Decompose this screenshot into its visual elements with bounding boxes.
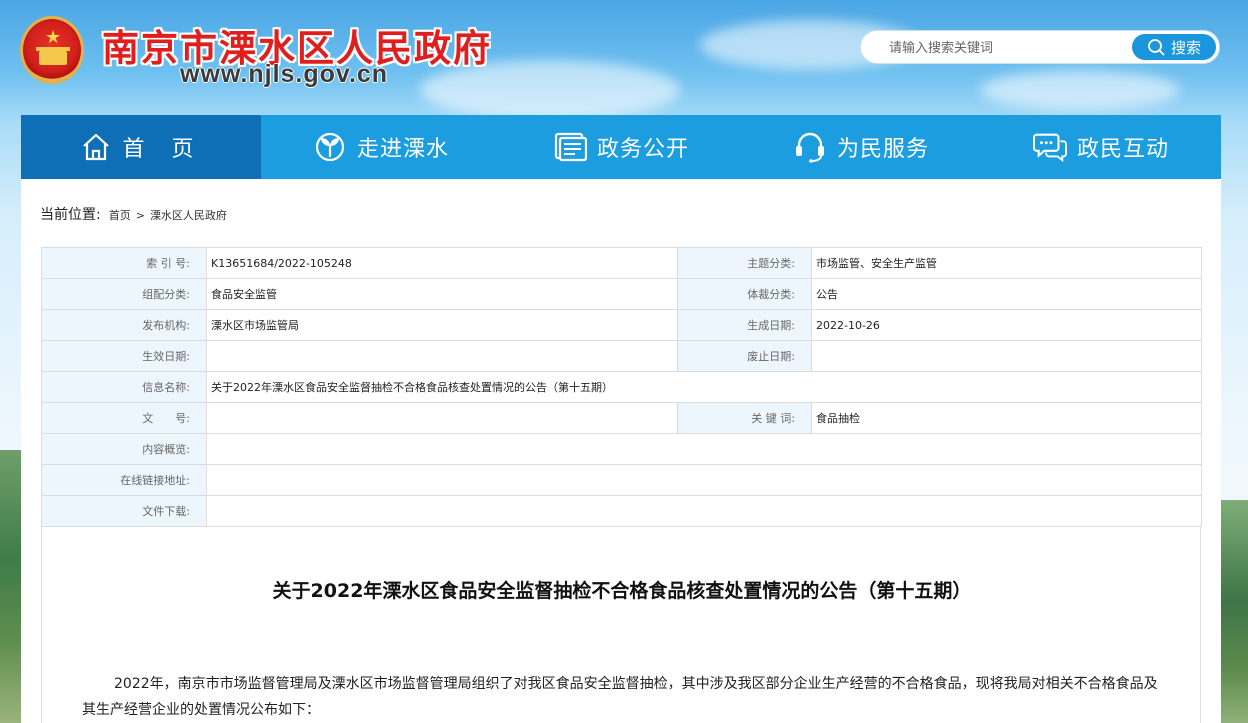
nav-item-about-lishui[interactable]: 走进溧水 — [261, 115, 501, 179]
group-category-label: 组配分类: — [41, 278, 207, 310]
table-row: 文 号: 关 键 词: 食品抽检 — [41, 402, 1202, 434]
nav-item-label: 首 页 — [122, 137, 204, 162]
nav-item-label: 政务公开 — [596, 137, 689, 162]
breadcrumb-link-district-government[interactable]: 溧水区人民政府 — [150, 207, 227, 223]
genre-category-label: 体裁分类: — [677, 278, 812, 310]
created-date-label: 生成日期: — [677, 309, 812, 341]
topic-category-label: 主题分类: — [677, 247, 812, 279]
nav-item-home[interactable]: 首 页 — [21, 115, 261, 179]
document-body-area: 关于2022年溧水区食品安全监督抽检不合格食品核查处置情况的公告（第十五期） 2… — [41, 526, 1201, 723]
search-button[interactable]: 搜索 — [1132, 34, 1216, 60]
sprout-icon — [313, 130, 347, 164]
breadcrumb-label: 当前位置: — [40, 207, 101, 223]
topic-category-value: 市场监管、安全生产监管 — [811, 247, 1202, 279]
nav-item-label: 为民服务 — [836, 137, 929, 162]
search-icon — [1148, 39, 1165, 56]
national-emblem-logo: ★ — [20, 16, 84, 84]
search-box: 搜索 — [860, 30, 1220, 64]
file-download-label: 文件下载: — [41, 495, 207, 527]
table-row: 信息名称: 关于2022年溧水区食品安全监督抽检不合格食品核查处置情况的公告（第… — [41, 371, 1202, 403]
main-content: 当前位置: 首页 > 溧水区人民政府 索 引 号: K13651684/2022… — [21, 179, 1221, 723]
headset-icon — [793, 130, 827, 164]
document-number-label: 文 号: — [41, 402, 207, 434]
table-row: 在线链接地址: — [41, 464, 1202, 496]
group-category-value: 食品安全监管 — [206, 278, 678, 310]
document-icon — [553, 130, 587, 164]
abolished-date-label: 废止日期: — [677, 340, 812, 372]
created-date-value: 2022-10-26 — [811, 309, 1202, 341]
home-icon — [79, 130, 113, 164]
index-number-label: 索 引 号: — [41, 247, 207, 279]
table-row: 文件下载: — [41, 495, 1202, 527]
summary-value — [206, 433, 1202, 465]
document-number-value — [206, 402, 678, 434]
info-name-label: 信息名称: — [41, 371, 207, 403]
table-row: 索 引 号: K13651684/2022-105248 主题分类: 市场监管、… — [41, 247, 1202, 279]
nav-item-interaction[interactable]: 政民互动 — [981, 115, 1221, 179]
summary-label: 内容概览: — [41, 433, 207, 465]
site-url: www.njls.gov.cn — [180, 60, 389, 88]
effective-date-label: 生效日期: — [41, 340, 207, 372]
main-nav: 首 页 走进溧水 政务公开 为民服务 政民互动 — [21, 115, 1221, 179]
online-link-value[interactable] — [206, 464, 1202, 496]
document-metadata-table: 索 引 号: K13651684/2022-105248 主题分类: 市场监管、… — [41, 247, 1202, 527]
nav-item-government-affairs[interactable]: 政务公开 — [501, 115, 741, 179]
keywords-label: 关 键 词: — [677, 402, 812, 434]
publisher-value: 溧水区市场监管局 — [206, 309, 678, 341]
search-button-label: 搜索 — [1170, 38, 1201, 57]
publisher-label: 发布机构: — [41, 309, 207, 341]
online-link-label: 在线链接地址: — [41, 464, 207, 496]
nav-item-label: 政民互动 — [1076, 137, 1169, 162]
breadcrumb-link-home[interactable]: 首页 — [109, 207, 131, 223]
file-download-value[interactable] — [206, 495, 1202, 527]
table-row: 内容概览: — [41, 433, 1202, 465]
table-row: 组配分类: 食品安全监管 体裁分类: 公告 — [41, 278, 1202, 310]
search-input[interactable] — [889, 37, 1129, 59]
abolished-date-value — [811, 340, 1202, 372]
nav-item-label: 走进溧水 — [356, 137, 449, 162]
breadcrumb-separator: > — [135, 209, 145, 222]
genre-category-value: 公告 — [811, 278, 1202, 310]
right-scenery-decoration — [1220, 500, 1248, 723]
document-title: 关于2022年溧水区食品安全监督抽检不合格食品核查处置情况的公告（第十五期） — [272, 580, 972, 602]
table-row: 发布机构: 溧水区市场监管局 生成日期: 2022-10-26 — [41, 309, 1202, 341]
index-number-value: K13651684/2022-105248 — [206, 247, 678, 279]
site-header: ★ 南京市溧水区人民政府 www.njls.gov.cn 搜索 — [0, 0, 1248, 115]
breadcrumb: 当前位置: 首页 > 溧水区人民政府 — [40, 204, 227, 224]
info-name-value: 关于2022年溧水区食品安全监督抽检不合格食品核查处置情况的公告（第十五期） — [206, 371, 1202, 403]
chat-icon — [1032, 130, 1067, 164]
left-scenery-decoration — [0, 450, 22, 723]
document-paragraph: 2022年，南京市市场监督管理局及溧水区市场监督管理局组织了对我区食品安全监督抽… — [82, 676, 1158, 718]
table-row: 生效日期: 废止日期: — [41, 340, 1202, 372]
keywords-value: 食品抽检 — [811, 402, 1202, 434]
nav-item-public-service[interactable]: 为民服务 — [741, 115, 981, 179]
effective-date-value — [206, 340, 678, 372]
